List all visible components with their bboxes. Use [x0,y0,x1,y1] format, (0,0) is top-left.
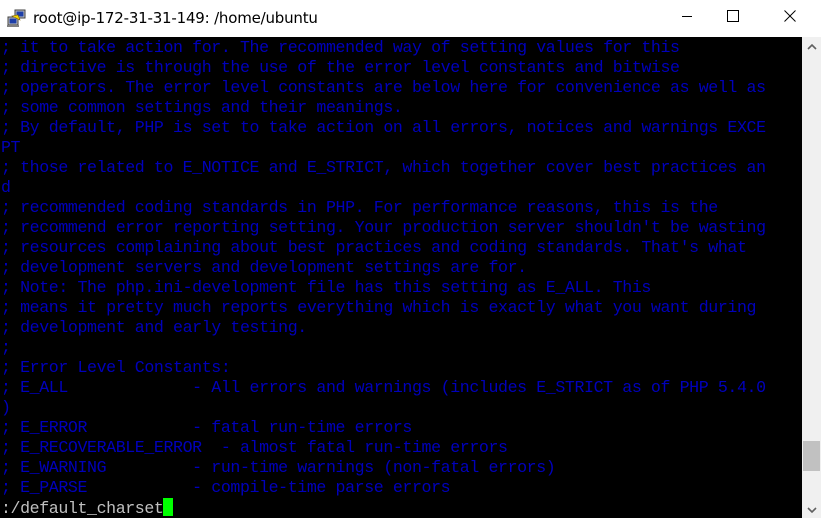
text-cursor [163,498,174,516]
chevron-up-icon [806,37,817,55]
minimize-button[interactable] [664,0,710,36]
terminal-line: ; directive is through the use of the er… [1,58,680,77]
chevron-down-icon [806,500,817,518]
putty-window: root@ip-172-31-31-149: /home/ubuntu ; it… [0,0,821,518]
terminal-line: ; recommend error reporting setting. You… [1,218,766,237]
maximize-icon [727,9,739,27]
command-input-text: :/default_charset [1,499,164,518]
terminal-line: ; E_RECOVERABLE_ERROR - almost fatal run… [1,438,508,457]
terminal-line: ; development servers and development se… [1,258,527,277]
close-icon [784,9,796,27]
vertical-scrollbar[interactable] [802,37,821,518]
putty-icon[interactable] [7,9,27,27]
terminal-line: ; E_ERROR - fatal run-time errors [1,418,412,437]
terminal-line: ; [1,338,11,357]
terminal-line: ; those related to E_NOTICE and E_STRICT… [1,158,766,177]
scrollbar-thumb[interactable] [803,441,820,471]
scroll-down-button[interactable] [802,500,821,518]
terminal-line: ; recommended coding standards in PHP. F… [1,198,718,217]
terminal-line: d [1,178,11,197]
title-bar[interactable]: root@ip-172-31-31-149: /home/ubuntu [0,0,821,37]
terminal-line: ; E_ALL - All errors and warnings (inclu… [1,378,766,397]
scroll-up-button[interactable] [802,37,821,55]
terminal-line: PT [1,138,21,157]
terminal-line: ) [1,398,11,417]
window-title: root@ip-172-31-31-149: /home/ubuntu [33,9,318,27]
terminal-line: ; resources complaining about best pract… [1,238,747,257]
terminal-line: ; By default, PHP is set to take action … [1,118,766,137]
terminal-line: ; operators. The error level constants a… [1,78,766,97]
close-button[interactable] [767,0,813,36]
command-line[interactable]: :/default_charset [1,498,174,518]
terminal-screen[interactable]: ; it to take action for. The recommended… [0,37,802,518]
terminal-line: ; Note: The php.ini-development file has… [1,278,651,297]
maximize-button[interactable] [710,0,756,36]
terminal-line: ; some common settings and their meaning… [1,98,403,117]
terminal-line: ; E_PARSE - compile-time parse errors [1,478,451,497]
terminal-line: ; development and early testing. [1,318,307,337]
scrollbar-track[interactable] [802,55,821,500]
terminal-line: ; means it pretty much reports everythin… [1,298,757,317]
terminal-line: ; Error Level Constants: [1,358,231,377]
terminal-line: ; it to take action for. The recommended… [1,38,680,57]
minimize-icon [681,9,693,27]
terminal-line: ; E_WARNING - run-time warnings (non-fat… [1,458,556,477]
